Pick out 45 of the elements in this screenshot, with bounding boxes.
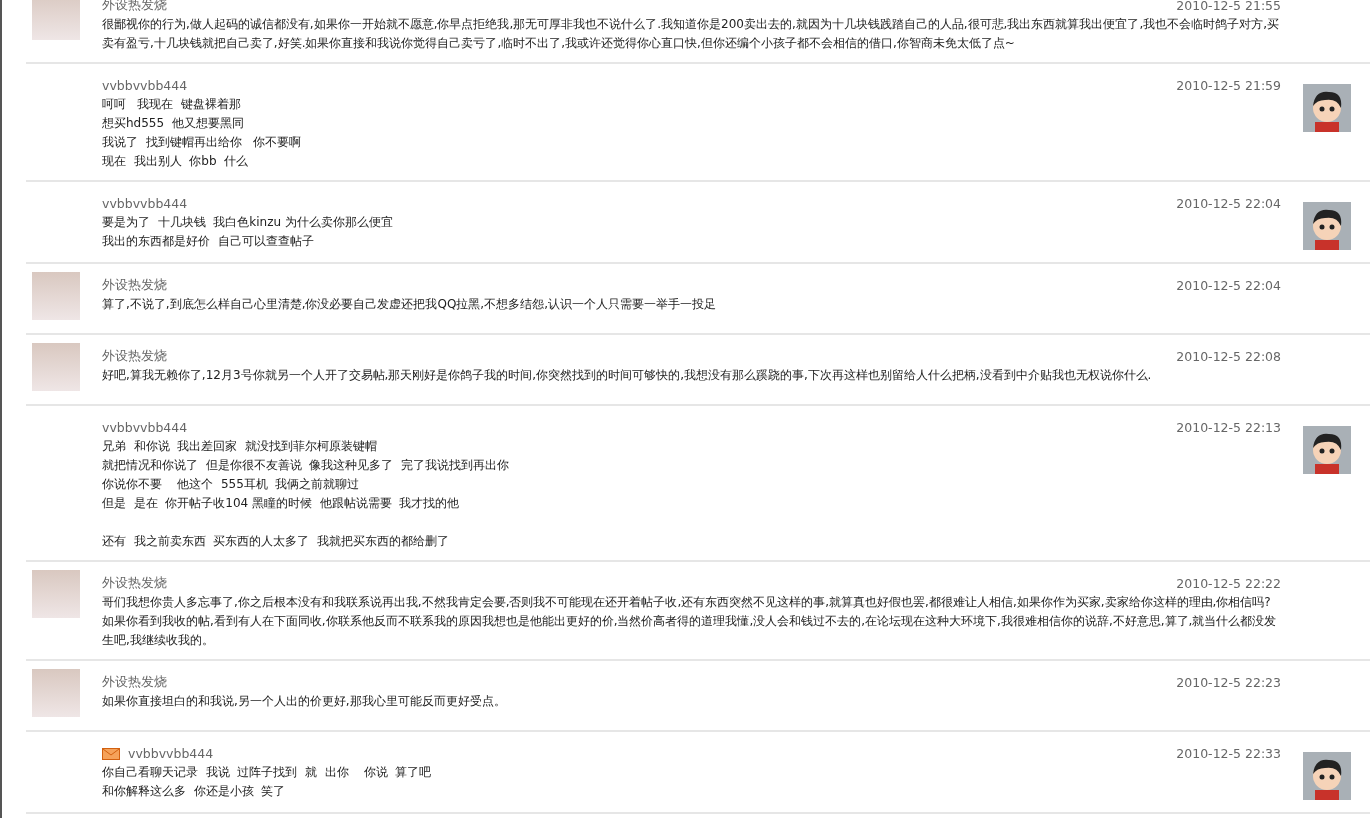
photo-placeholder [32,669,80,717]
message-text: 好吧,算我无赖你了,12月3号你就另一个人开了交易帖,那天刚好是你鸽子我的时间,你突然找到的时间可够快的,我想没有那么蹊跷的事,下次再这样也别留给人什么把柄,没看到中介贴我也无权说你什么. [102,367,1153,384]
author-name[interactable]: 外设热发烧 [102,348,167,365]
photo-placeholder [32,570,80,618]
message-text: 我出的东西都是好价 自己可以查查帖子 [102,233,315,250]
message-text: 算了,不说了,到底怎么样自己心里清楚,你没必要自己发虚还把我QQ拉黑,不想多结怨,认识一个人只需要一举手一投足 [102,296,717,313]
photo-placeholder [32,343,80,391]
cartoon-avatar [1303,426,1351,474]
message-text: 呵呵 我现在 键盘裸着那 [102,96,243,113]
message-text: 就把情况和你说了 但是你很不友善说 像我这种见多了 完了我说找到再出你 [102,457,510,474]
timestamp: 2010-12-5 22:04 [1176,196,1281,211]
author-name[interactable]: vvbbvvbb444 [128,746,214,761]
message-text: 你说你不要 他这个 555耳机 我俩之前就聊过 [102,476,361,493]
timestamp: 2010-12-5 22:04 [1176,278,1281,293]
message-text: 和你解释这么多 你还是小孩 笑了 [102,783,287,800]
message-text: 现在 我出别人 你bb 什么 [102,153,250,170]
author-name[interactable]: vvbbvvbb444 [102,420,188,435]
timestamp: 2010-12-5 22:22 [1176,576,1281,591]
message-text: 想买hd555 他又想要黑同 [102,115,245,132]
photo-placeholder [32,0,80,40]
envelope-icon[interactable] [102,747,120,760]
timestamp: 2010-12-5 22:23 [1176,675,1281,690]
author-name[interactable]: vvbbvvbb444 [102,78,188,93]
message-text: 你自己看聊天记录 我说 过阵子找到 就 出你 你说 算了吧 [102,764,433,781]
message-text: 很鄙视你的行为,做人起码的诚信都没有,如果你一开始就不愿意,你早点拒绝我,那无可厚非我也不说什么了.我知道你是200卖出去的,就因为十几块钱践踏自己的人品,很可悲,我出东西就算我出便宜了,我也不会临时鸽子对方,买卖有盈亏,十几块钱就把自己卖了,好笑.如果你直接和我说你觉得自己卖亏了,临时不出了,我或许还觉得你心直口快,但你还编个小孩子都不会相信的借口,你智商未免太低了点~ [102,16,1281,52]
message-text: 还有 我之前卖东西 买东西的人太多了 我就把买东西的都给删了 [102,533,450,550]
cartoon-avatar [1303,202,1351,250]
timestamp: 2010-12-5 21:59 [1176,78,1281,93]
author-name[interactable]: vvbbvvbb444 [102,196,188,211]
message-text: 但是 是在 你开帖子收104 黑瞳的时候 他跟帖说需要 我才找的他 [102,495,461,512]
author-name[interactable]: 外设热发烧 [102,674,167,691]
message-text: 兄弟 和你说 我出差回家 就没找到菲尔柯原装键帽 [102,438,378,455]
author-name[interactable]: 外设热发烧 [102,277,167,294]
message-text: 我说了 找到键帽再出给你 你不要啊 [102,134,303,151]
cartoon-avatar [1303,84,1351,132]
message-text: 哥们我想你贵人多忘事了,你之后根本没有和我联系说再出我,不然我肯定会要,否则我不可能现在还开着帖子收,还有东西突然不见这样的事,就算真也好假也罢,都很难让人相信,如果你作为买家,卖家给你这样的理由,你相信吗?如果你看到我收的帖,看到有人在下面同收,你联系他反而不联系我的原因我想也是他能出更好的价,当然价高者得的道理我懂,没人会和钱过不去的,在论坛现在这种大环境下,我很难相信你的说辞,不好意思,算了,就当什么都没发生吧,我继续收我的。 [102,594,1278,649]
message-text: 要是为了 十几块钱 我白色kinzu 为什么卖你那么便宜 [102,214,394,231]
timestamp: 2010-12-5 22:08 [1176,349,1281,364]
cartoon-avatar [1303,752,1351,800]
timestamp: 2010-12-5 22:13 [1176,420,1281,435]
author-name[interactable]: 外设热发烧 [102,575,167,592]
timestamp: 2010-12-5 21:55 [1176,0,1281,13]
message-text: 如果你直接坦白的和我说,另一个人出的价更好,那我心里可能反而更好受点。 [102,693,507,710]
photo-placeholder [32,272,80,320]
timestamp: 2010-12-5 22:33 [1176,746,1281,761]
